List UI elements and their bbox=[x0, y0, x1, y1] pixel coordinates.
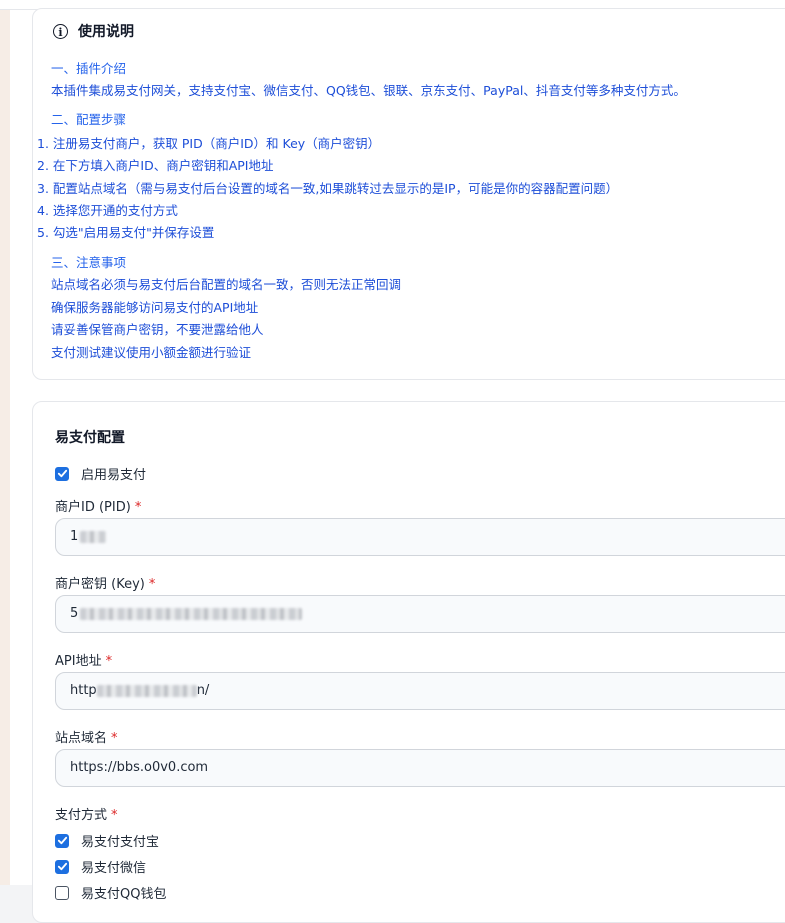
pay-method-wechat-checkbox[interactable] bbox=[55, 859, 69, 874]
section-heading-intro: 一、插件介绍 bbox=[51, 61, 127, 76]
key-value: 5 bbox=[70, 606, 79, 621]
note-line: 支付测试建议使用小额金额进行验证 bbox=[51, 345, 252, 360]
domain-label-text: 站点域名 bbox=[55, 731, 108, 746]
api-label-text: API地址 bbox=[55, 654, 102, 669]
note-line: 确保服务器能够访问易支付的API地址 bbox=[51, 300, 259, 315]
section-heading-notes: 三、注意事项 bbox=[51, 255, 127, 270]
redacted-value bbox=[96, 685, 197, 697]
api-label: API地址 * bbox=[55, 650, 112, 669]
note-line: 请妥善保管商户密钥，不要泄露给他人 bbox=[51, 322, 264, 337]
key-label-text: 商户密钥 (Key) bbox=[55, 577, 145, 592]
pay-method-label: 易支付支付宝 bbox=[81, 835, 160, 850]
pid-value: 1 bbox=[70, 529, 79, 544]
pid-label: 商户ID (PID) * bbox=[55, 496, 141, 515]
step-line: 3. 配置站点域名（需与易支付后台设置的域名一致,如果跳转过去显示的是IP，可能… bbox=[37, 181, 619, 196]
domain-label: 站点域名 * bbox=[55, 727, 118, 746]
instructions-card: i 使用说明 一、插件介绍 本插件集成易支付网关，支持支付宝、微信支付、QQ钱包… bbox=[32, 8, 785, 380]
check-icon bbox=[57, 836, 67, 845]
pay-method-qq-checkbox[interactable] bbox=[55, 885, 69, 900]
check-icon bbox=[57, 862, 67, 871]
instructions-title-text: 使用说明 bbox=[78, 24, 134, 40]
required-mark: * bbox=[148, 577, 156, 592]
intro-line: 本插件集成易支付网关，支持支付宝、微信支付、QQ钱包、银联、京东支付、PayPa… bbox=[51, 83, 686, 98]
domain-value: https://bbs.o0v0.com bbox=[70, 760, 209, 775]
step-line: 5. 勾选"启用易支付"并保存设置 bbox=[37, 225, 215, 240]
left-rail bbox=[0, 10, 10, 885]
redacted-value bbox=[80, 531, 107, 543]
pay-methods-label: 支付方式 * bbox=[55, 804, 118, 823]
required-mark: * bbox=[111, 731, 118, 746]
section-heading-steps: 二、配置步骤 bbox=[51, 112, 127, 127]
api-url-input[interactable]: http n/ bbox=[55, 672, 785, 710]
step-line: 1. 注册易支付商户，获取 PID（商户ID）和 Key（商户密钥） bbox=[37, 136, 381, 151]
epay-config-card: 易支付配置 启用易支付 商户ID (PID) * 1 商户密钥 (Key) * 5 … bbox=[32, 401, 785, 923]
instructions-title: i 使用说明 bbox=[53, 21, 134, 41]
key-input[interactable]: 5 bbox=[55, 595, 785, 633]
api-value-prefix: http bbox=[70, 683, 97, 698]
enable-epay-row[interactable]: 启用易支付 bbox=[55, 464, 146, 483]
required-mark: * bbox=[111, 808, 118, 823]
enable-epay-checkbox[interactable] bbox=[55, 466, 69, 481]
redacted-value bbox=[80, 608, 303, 620]
pay-method-qq-row[interactable]: 易支付QQ钱包 bbox=[55, 883, 166, 902]
required-mark: * bbox=[105, 654, 113, 669]
note-line: 站点域名必须与易支付后台配置的域名一致，否则无法正常回调 bbox=[51, 277, 402, 292]
pay-method-label: 易支付微信 bbox=[81, 861, 147, 876]
config-title: 易支付配置 bbox=[55, 430, 125, 446]
pay-methods-label-text: 支付方式 bbox=[55, 808, 108, 823]
pay-method-wechat-row[interactable]: 易支付微信 bbox=[55, 857, 146, 876]
api-value-suffix: n/ bbox=[196, 683, 210, 698]
pid-input[interactable]: 1 bbox=[55, 518, 785, 556]
pay-method-alipay-row[interactable]: 易支付支付宝 bbox=[55, 831, 159, 850]
info-icon: i bbox=[53, 23, 68, 39]
pay-method-alipay-checkbox[interactable] bbox=[55, 833, 69, 848]
enable-epay-label: 启用易支付 bbox=[81, 468, 147, 483]
settings-page: i 使用说明 一、插件介绍 本插件集成易支付网关，支持支付宝、微信支付、QQ钱包… bbox=[10, 8, 785, 923]
pid-label-text: 商户ID (PID) bbox=[55, 500, 131, 515]
site-domain-input[interactable]: https://bbs.o0v0.com bbox=[55, 749, 785, 787]
step-line: 2. 在下方填入商户ID、商户密钥和API地址 bbox=[37, 158, 274, 173]
key-label: 商户密钥 (Key) * bbox=[55, 573, 155, 592]
step-line: 4. 选择您开通的支付方式 bbox=[37, 203, 178, 218]
check-icon bbox=[57, 469, 67, 478]
required-mark: * bbox=[134, 500, 142, 515]
pay-method-label: 易支付QQ钱包 bbox=[81, 887, 167, 902]
